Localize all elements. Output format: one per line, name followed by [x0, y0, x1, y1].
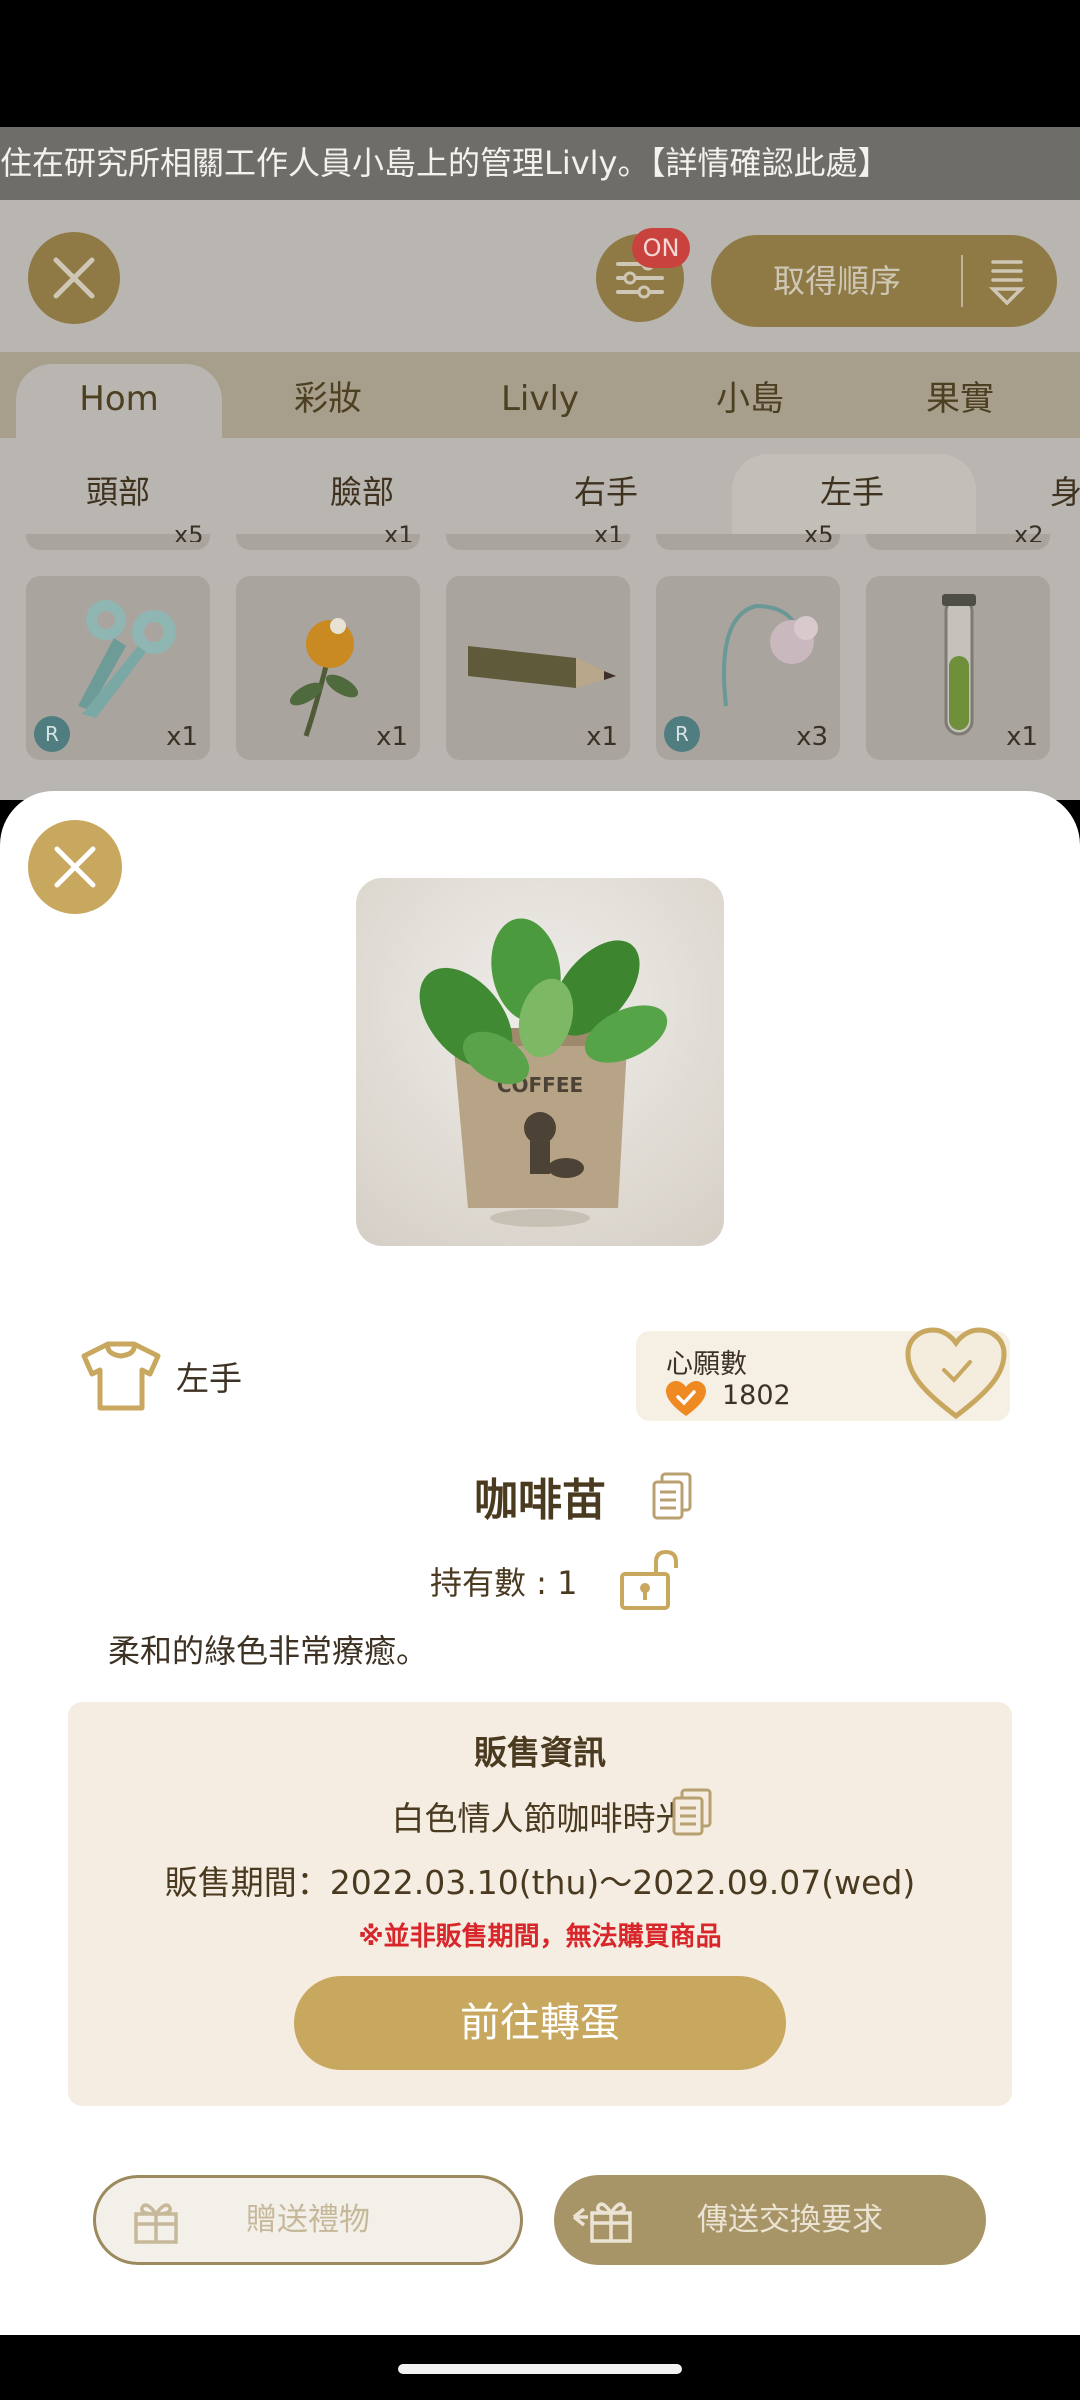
tab-island[interactable]: 小島 [650, 352, 850, 438]
sort-order-label: 取得順序 [773, 262, 902, 300]
owned-count: 持有數 : 1 [430, 1564, 578, 1602]
tab-makeup[interactable]: 彩妝 [228, 352, 428, 438]
close-icon [54, 846, 96, 888]
item-count: x2 [1014, 521, 1044, 542]
sale-info-title: 販售資訊 [474, 1733, 606, 1772]
sort-order-button[interactable]: 取得順序 [711, 235, 1057, 327]
close-button[interactable] [28, 232, 120, 324]
sale-event-name: 白色情人節咖啡時光 [391, 1799, 689, 1838]
divider [961, 255, 963, 307]
item-count: x1 [1006, 722, 1038, 752]
item-description: 柔和的綠色非常療癒。 [108, 1632, 429, 1670]
document-icon[interactable] [652, 1472, 692, 1520]
item-tile-scissors[interactable]: R x1 [26, 576, 210, 760]
close-icon [53, 257, 95, 299]
add-to-wishlist-heart-icon[interactable] [904, 1326, 1008, 1420]
item-count: x1 [376, 722, 408, 752]
unlock-icon[interactable] [620, 1550, 682, 1610]
send-trade-request-button[interactable]: 傳送交換要求 [554, 2175, 986, 2265]
filter-on-badge: ON [632, 228, 690, 268]
item-slot-label: 左手 [176, 1359, 242, 1398]
item-count: x1 [166, 722, 198, 752]
go-to-gacha-button[interactable]: 前往轉蛋 [294, 1976, 786, 2070]
item-count: x5 [804, 521, 834, 542]
home-indicator[interactable] [398, 2364, 682, 2374]
send-gift-label: 贈送禮物 [246, 2202, 370, 2238]
sheet-close-button[interactable] [28, 820, 122, 914]
item-tile-test-tube[interactable]: x1 [866, 576, 1050, 760]
announcement-banner[interactable]: 住在研究所相關工作人員小島上的管理Livly。【詳情確認此處】 [0, 127, 1080, 200]
rare-badge: R [34, 716, 70, 752]
item-tile-bell-flower[interactable]: R x3 [656, 576, 840, 760]
send-gift-button[interactable]: 贈送禮物 [93, 2175, 523, 2265]
sale-period: 販售期間：2022.03.10(thu)～2022.09.07(wed) [164, 1863, 916, 1902]
item-count: x1 [586, 722, 618, 752]
item-name: 咖啡苗 [474, 1475, 606, 1526]
subtab-face[interactable]: 臉部 [262, 438, 462, 534]
tab-hom[interactable]: Hom [16, 352, 222, 438]
wishlist-count: 1802 [722, 1380, 791, 1411]
item-tile-orange-flower[interactable]: x1 [236, 576, 420, 760]
item-count: x1 [594, 521, 624, 542]
send-trade-request-label: 傳送交換要求 [697, 2202, 883, 2238]
subtab-left-hand[interactable]: 左手 [752, 438, 952, 534]
coffee-seedling-illustration: COFFEE [419, 918, 668, 1227]
rare-badge: R [664, 716, 700, 752]
wishlist-title: 心願數 [666, 1349, 747, 1380]
shirt-icon [81, 1341, 161, 1411]
sale-warning: ※並非販售期間，無法購買商品 [358, 1922, 722, 1952]
item-count: x1 [384, 521, 414, 542]
subtab-body[interactable]: 身 [1050, 438, 1080, 534]
tab-livly[interactable]: Livly [440, 352, 640, 438]
item-count: x3 [796, 722, 828, 752]
tab-fruit[interactable]: 果實 [860, 352, 1060, 438]
item-tile-pencil[interactable]: x1 [446, 576, 630, 760]
heart-icon [666, 1381, 706, 1416]
item-image: COFFEE [356, 878, 724, 1246]
document-icon[interactable] [672, 1788, 712, 1836]
item-count: x5 [174, 521, 204, 542]
sort-icon [989, 260, 1025, 306]
